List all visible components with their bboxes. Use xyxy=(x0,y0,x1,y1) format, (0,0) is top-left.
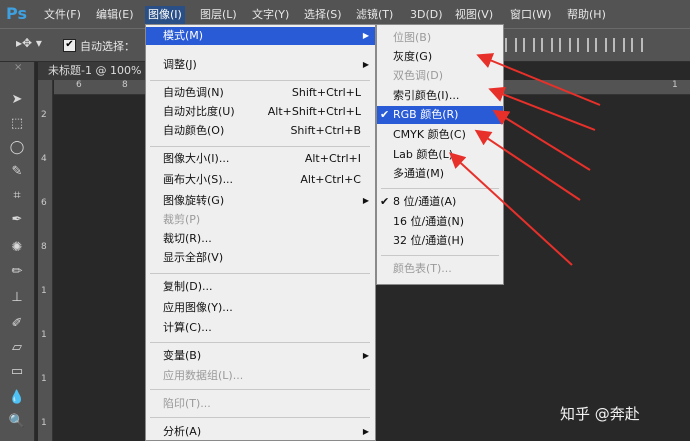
arrow-rgb-color xyxy=(492,109,591,171)
arrow-grayscale xyxy=(476,53,601,106)
watermark: 知乎 @奔赴 xyxy=(560,405,640,423)
arrow-lab-color xyxy=(449,152,573,266)
annotation-arrows xyxy=(449,53,601,266)
arrow-cmyk-color xyxy=(474,129,581,201)
